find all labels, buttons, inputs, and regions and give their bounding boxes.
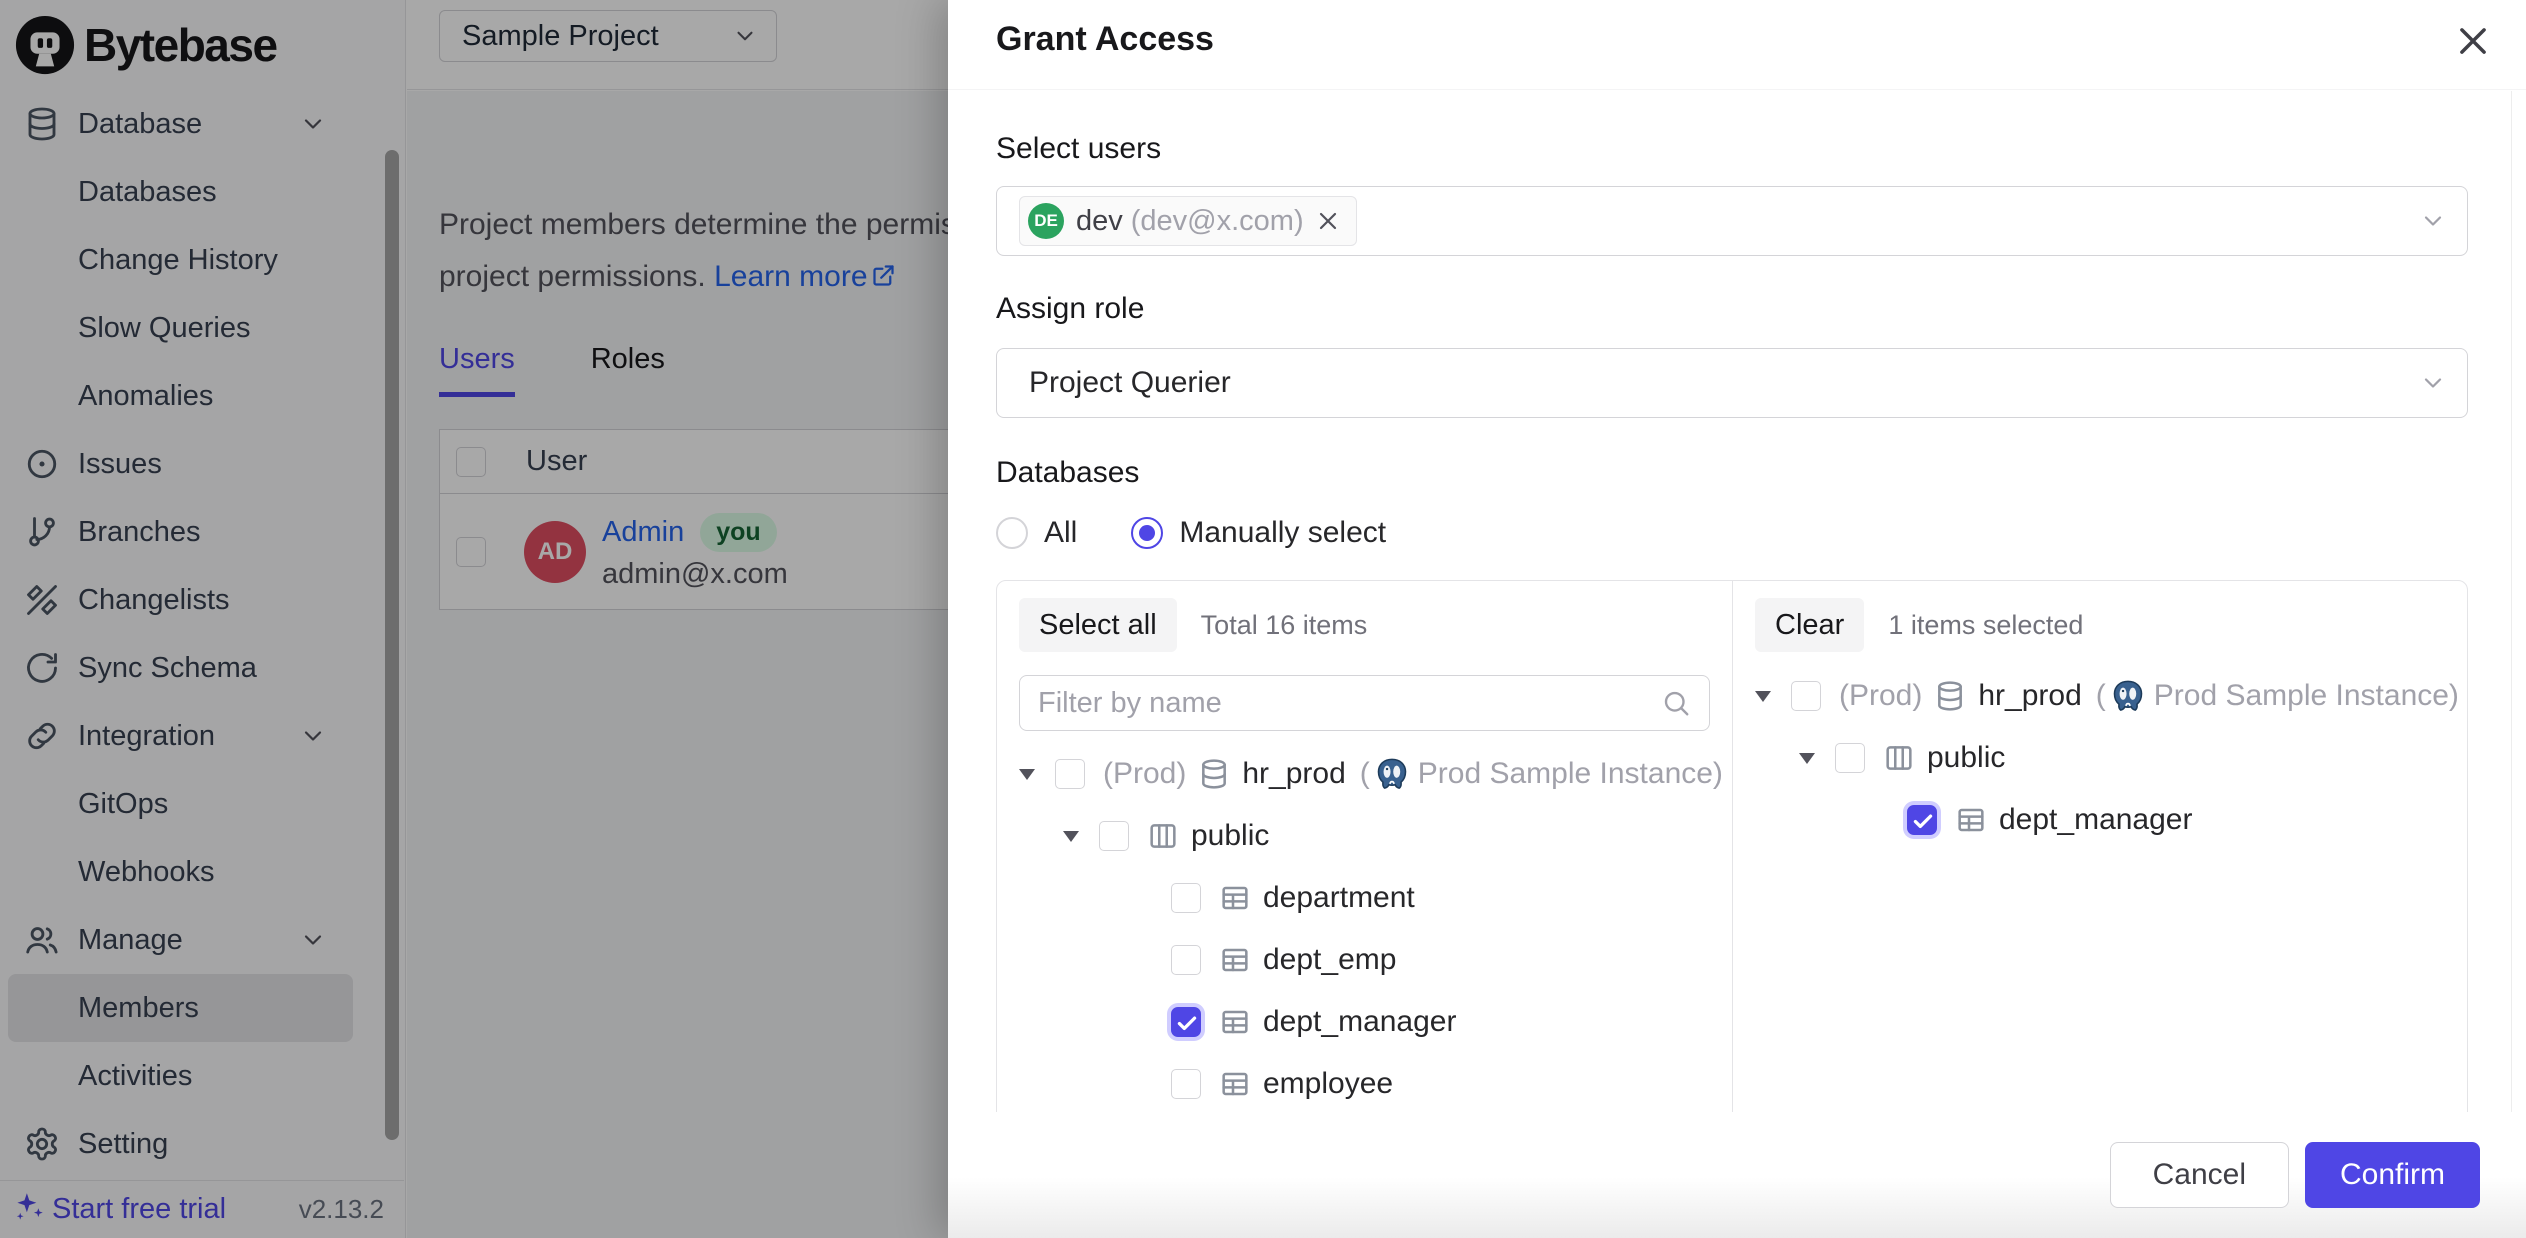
tree-row-department[interactable]: department xyxy=(1019,867,1710,929)
selected-count-label: 1 items selected xyxy=(1888,610,2083,641)
transfer-target-panel: Clear 1 items selected (Prod) hr_prod (Pro… xyxy=(1732,581,2467,1112)
table-icon xyxy=(1955,804,1987,836)
table-icon xyxy=(1219,944,1251,976)
tree-node-label: employee xyxy=(1263,1067,1393,1101)
modal-title: Grant Access xyxy=(996,20,1214,59)
tree-node-label: dept_manager xyxy=(1263,1005,1456,1039)
modal-scrollbar-track[interactable] xyxy=(2511,91,2512,1112)
postgresql-icon xyxy=(1374,756,1410,792)
tree-node-label: hr_prod xyxy=(1978,679,2081,713)
target-tree: (Prod)hr_prod(Prod Sample Instance)publi… xyxy=(1755,665,2445,851)
tree-row-dept_emp[interactable]: dept_emp xyxy=(1019,929,1710,991)
checkbox[interactable] xyxy=(1171,1069,1201,1099)
confirm-button[interactable]: Confirm xyxy=(2305,1142,2480,1208)
checkbox[interactable] xyxy=(1171,883,1201,913)
source-tree: (Prod)hr_prod(Prod Sample Instance)publi… xyxy=(1019,743,1710,1112)
tree-row-dept_manager[interactable]: dept_manager xyxy=(1019,991,1710,1053)
caret-down-icon[interactable] xyxy=(1755,691,1771,702)
radio-all[interactable]: All xyxy=(996,516,1077,550)
table-icon xyxy=(1219,882,1251,914)
databases-label: Databases xyxy=(996,456,2468,490)
tree-row-employee[interactable]: employee xyxy=(1019,1053,1710,1112)
chip-avatar: DE xyxy=(1028,203,1064,239)
clear-button[interactable]: Clear xyxy=(1755,598,1864,652)
database-transfer-panel: Select all Total 16 items (Prod) hr_prod (… xyxy=(996,580,2468,1112)
tree-node-label: department xyxy=(1263,881,1415,915)
chevron-down-icon xyxy=(2419,369,2447,397)
tree-row-hr_prod[interactable]: (Prod)hr_prod(Prod Sample Instance) xyxy=(1755,665,2445,727)
close-icon[interactable] xyxy=(2454,22,2492,60)
environment-label: (Prod) xyxy=(1103,757,1186,791)
modal-footer: Cancel Confirm xyxy=(948,1112,2526,1238)
radio-manually-select[interactable]: Manually select xyxy=(1131,516,1386,550)
postgresql-icon xyxy=(2110,678,2146,714)
checkbox[interactable] xyxy=(1171,945,1201,975)
tree-node-label: public xyxy=(1927,741,2005,775)
database-icon xyxy=(1934,680,1966,712)
search-icon xyxy=(1661,688,1691,718)
checkbox[interactable] xyxy=(1099,821,1129,851)
tree-row-hr_prod[interactable]: (Prod)hr_prod(Prod Sample Instance) xyxy=(1019,743,1710,805)
select-users-input[interactable]: DE dev (dev@x.com) xyxy=(996,186,2468,256)
checkbox[interactable] xyxy=(1055,759,1085,789)
table-icon xyxy=(1219,1068,1251,1100)
filter-input-wrap xyxy=(1019,675,1710,731)
transfer-source-panel: Select all Total 16 items (Prod) hr_prod (… xyxy=(997,581,1732,1112)
schema-icon xyxy=(1147,820,1179,852)
chevron-down-icon xyxy=(2419,207,2447,235)
environment-label: (Prod) xyxy=(1839,679,1922,713)
schema-icon xyxy=(1883,742,1915,774)
instance-label: (Prod Sample Instance) xyxy=(2096,678,2459,714)
database-scope-radios: All Manually select xyxy=(996,516,2468,550)
role-select-value: Project Querier xyxy=(1029,366,1231,400)
database-icon xyxy=(1198,758,1230,790)
filter-input[interactable] xyxy=(1038,687,1661,720)
total-items-label: Total 16 items xyxy=(1201,610,1368,641)
select-users-label: Select users xyxy=(996,132,2468,166)
checkbox[interactable] xyxy=(1791,681,1821,711)
app-root: Bytebase DatabaseDatabasesChange History… xyxy=(0,0,2526,1238)
modal-header: Grant Access xyxy=(948,0,2526,90)
caret-down-icon[interactable] xyxy=(1799,753,1815,764)
tree-row-public[interactable]: public xyxy=(1755,727,2445,789)
table-icon xyxy=(1219,1006,1251,1038)
chip-email: (dev@x.com) xyxy=(1131,205,1304,238)
user-chip: DE dev (dev@x.com) xyxy=(1019,196,1357,246)
modal-body: Select users DE dev (dev@x.com) Assign r… xyxy=(948,90,2526,1112)
radio-circle-selected xyxy=(1131,517,1163,549)
select-all-button[interactable]: Select all xyxy=(1019,598,1177,652)
radio-circle xyxy=(996,517,1028,549)
chip-name: dev xyxy=(1076,205,1123,238)
tree-row-dept_manager[interactable]: dept_manager xyxy=(1755,789,2445,851)
checked-checkbox[interactable] xyxy=(1171,1007,1201,1037)
caret-down-icon[interactable] xyxy=(1063,831,1079,842)
tree-row-public[interactable]: public xyxy=(1019,805,1710,867)
grant-access-modal: Grant Access Select users DE dev (dev@x.… xyxy=(948,0,2526,1238)
caret-down-icon[interactable] xyxy=(1019,769,1035,780)
role-select[interactable]: Project Querier xyxy=(996,348,2468,418)
cancel-button[interactable]: Cancel xyxy=(2110,1142,2289,1208)
checked-checkbox[interactable] xyxy=(1907,805,1937,835)
assign-role-label: Assign role xyxy=(996,292,2468,326)
tree-node-label: public xyxy=(1191,819,1269,853)
checkbox[interactable] xyxy=(1835,743,1865,773)
instance-label: (Prod Sample Instance) xyxy=(1360,756,1723,792)
tree-node-label: hr_prod xyxy=(1242,757,1345,791)
tree-node-label: dept_emp xyxy=(1263,943,1396,977)
chip-remove-icon[interactable] xyxy=(1316,209,1340,233)
tree-node-label: dept_manager xyxy=(1999,803,2192,837)
